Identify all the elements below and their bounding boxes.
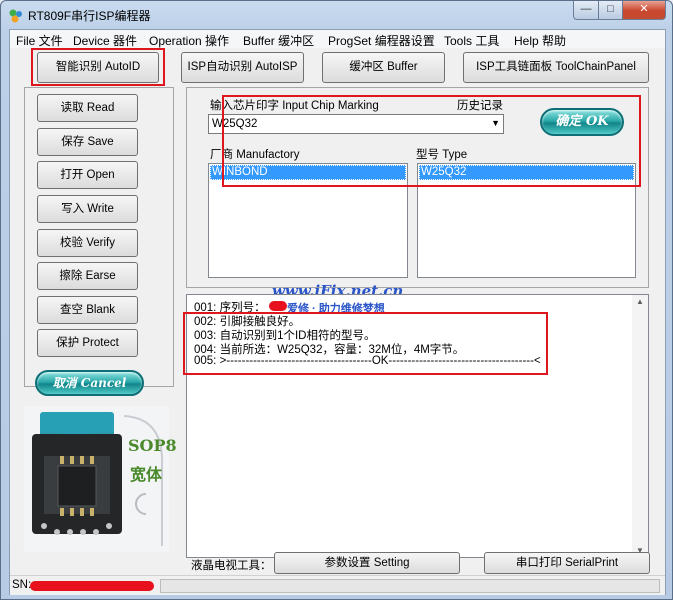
log-line: 005: >----------------------------------… (194, 355, 541, 367)
chip-marking-value: W25Q32 (212, 118, 258, 130)
log-output[interactable]: 001: 序列号： 爱修 · 助力维修梦想 002: 引脚接触良好。 003: … (186, 294, 649, 558)
chip-marking-label: 输入芯片印字 Input Chip Marking (210, 100, 379, 112)
socket-label-sop8: SOP8 (128, 436, 177, 455)
cancel-button[interactable]: 取消 Cancel (35, 370, 144, 396)
menu-file[interactable]: File 文件 (16, 32, 63, 49)
manufacturer-list[interactable]: WINBOND (208, 163, 408, 278)
ok-button[interactable]: 确定 OK (540, 108, 624, 136)
toolchain-panel-button[interactable]: ISP工具链面板 ToolChainPanel (463, 52, 649, 83)
type-list-item[interactable]: W25Q32 (419, 165, 634, 180)
write-button[interactable]: 写入 Write (37, 195, 138, 223)
maximize-button[interactable]: □ (598, 1, 623, 20)
main-window: RT809F串行ISP编程器 — □ ✕ File 文件 Device 器件 O… (0, 0, 673, 600)
app-icon (9, 9, 22, 23)
sn-label: SN: (12, 579, 32, 591)
redacted-serial (269, 301, 287, 311)
menu-buffer[interactable]: Buffer 缓冲区 (243, 32, 314, 49)
minimize-button[interactable]: — (573, 1, 599, 20)
socket-label-wide: 宽体 (130, 465, 163, 484)
autoisp-button[interactable]: ISP自动识别 AutoISP (181, 52, 304, 83)
redacted-sn (30, 581, 154, 591)
chip-selection-panel: 输入芯片印字 Input Chip Marking 历史记录 W25Q32 ▼ … (186, 87, 649, 288)
save-button[interactable]: 保存 Save (37, 128, 138, 156)
menu-operation[interactable]: Operation 操作 (149, 32, 229, 49)
autoid-button[interactable]: 智能识别 AutoID (37, 52, 159, 83)
status-bar: SN: (10, 575, 665, 595)
protect-button[interactable]: 保护 Protect (37, 329, 138, 357)
lcd-tools-label: 液晶电视工具： (191, 560, 272, 572)
serial-print-button[interactable]: 串口打印 SerialPrint (484, 552, 650, 574)
socket-image: SOP8 宽体 (24, 406, 177, 552)
menu-help[interactable]: Help 帮助 (514, 32, 566, 49)
menu-progset[interactable]: ProgSet 编程器设置 (328, 32, 435, 49)
close-button[interactable]: ✕ (622, 1, 666, 20)
watermark-tagline: 爱修 · 助力维修梦想 (287, 303, 385, 315)
dropdown-arrow-icon[interactable]: ▼ (491, 118, 500, 128)
erase-button[interactable]: 擦除 Earse (37, 262, 138, 290)
menu-device[interactable]: Device 器件 (73, 32, 137, 49)
progress-bar (160, 579, 660, 593)
menu-tools[interactable]: Tools 工具 (444, 32, 499, 49)
type-list[interactable]: W25Q32 (417, 163, 636, 278)
history-label: 历史记录 (457, 100, 503, 112)
window-title: RT809F串行ISP编程器 (28, 9, 151, 23)
read-button[interactable]: 读取 Read (37, 94, 138, 122)
scroll-up-icon[interactable]: ▲ (636, 297, 644, 306)
manufactory-label: 厂商 Manufactory (210, 149, 300, 161)
verify-button[interactable]: 校验 Verify (37, 229, 138, 257)
chip-marking-combo[interactable]: W25Q32 ▼ (208, 114, 504, 134)
open-button[interactable]: 打开 Open (37, 161, 138, 189)
setting-button[interactable]: 参数设置 Setting (274, 552, 460, 574)
manufacturer-list-item[interactable]: WINBOND (210, 165, 406, 180)
log-scrollbar[interactable]: ▲ ▼ (632, 295, 648, 557)
menu-bar: File 文件 Device 器件 Operation 操作 Buffer 缓冲… (10, 30, 665, 48)
title-bar: RT809F串行ISP编程器 — □ ✕ (1, 1, 672, 29)
type-label: 型号 Type (416, 149, 468, 161)
operation-panel: 读取 Read 保存 Save 打开 Open 写入 Write 校验 Veri… (24, 87, 174, 387)
blank-button[interactable]: 查空 Blank (37, 296, 138, 324)
client-area: File 文件 Device 器件 Operation 操作 Buffer 缓冲… (9, 29, 666, 595)
buffer-button[interactable]: 缓冲区 Buffer (322, 52, 445, 83)
